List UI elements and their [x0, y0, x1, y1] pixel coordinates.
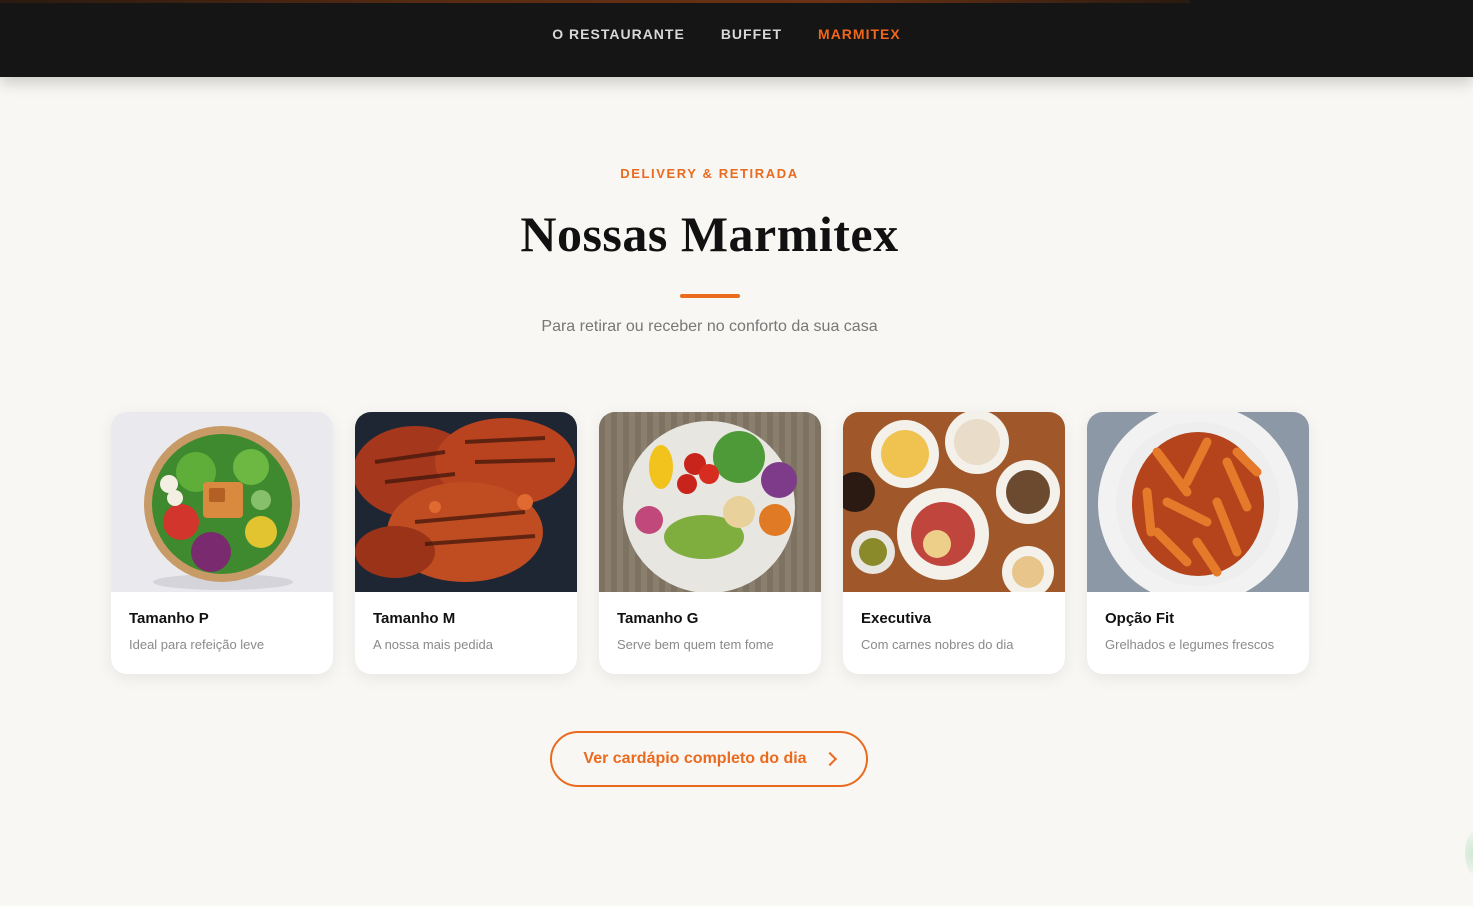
veggie-plate-image [599, 412, 821, 592]
card-tamanho-m[interactable]: Tamanho M A nossa mais pedida [355, 412, 577, 674]
chevron-right-icon [822, 751, 837, 767]
card-description: Grelhados e legumes frescos [1105, 637, 1275, 652]
marmitex-cards: Tamanho P Ideal para refeição leve Taman… [111, 412, 1309, 674]
floating-chat-widget-edge[interactable] [1465, 830, 1473, 876]
title-divider [680, 294, 740, 298]
card-opcao-fit[interactable]: Opção Fit Grelhados e legumes frescos [1087, 412, 1309, 674]
card-tamanho-p[interactable]: Tamanho P Ideal para refeição leve [111, 412, 333, 674]
card-title: Tamanho G [617, 610, 699, 627]
card-description: Com carnes nobres do dia [861, 637, 1014, 652]
card-description: Ideal para refeição leve [129, 637, 265, 652]
cta-label: Ver cardápio completo do dia [583, 750, 807, 767]
penne-pasta-image [1087, 412, 1309, 592]
view-full-menu-button[interactable]: Ver cardápio completo do dia [550, 731, 868, 787]
card-title: Tamanho M [373, 610, 456, 627]
nav-item-buffet[interactable]: BUFFET [721, 26, 782, 42]
card-tamanho-g[interactable]: Tamanho G Serve bem quem tem fome [599, 412, 821, 674]
card-title: Opção Fit [1105, 610, 1175, 627]
nav-item-restaurante[interactable]: O RESTAURANTE [552, 26, 685, 42]
card-executiva[interactable]: Executiva Com carnes nobres do dia [843, 412, 1065, 674]
navbar-glow-strip [0, 0, 1190, 3]
card-title: Tamanho P [129, 610, 209, 627]
top-navbar: O RESTAURANTE BUFFET MARMITEX [0, 0, 1473, 77]
section-eyebrow: DELIVERY & RETIRADA [620, 166, 799, 181]
section-title: Nossas Marmitex [520, 206, 899, 262]
card-description: Serve bem quem tem fome [617, 637, 774, 652]
section-subtitle: Para retirar ou receber no conforto da s… [541, 318, 878, 335]
main-nav: O RESTAURANTE BUFFET MARMITEX [0, 26, 1473, 42]
salad-bowl-image [111, 412, 333, 592]
card-title: Executiva [861, 610, 932, 627]
nav-item-marmitex[interactable]: MARMITEX [818, 26, 901, 42]
grilled-chicken-image [355, 412, 577, 592]
card-description: A nossa mais pedida [373, 637, 493, 652]
table-spread-image [843, 412, 1065, 592]
